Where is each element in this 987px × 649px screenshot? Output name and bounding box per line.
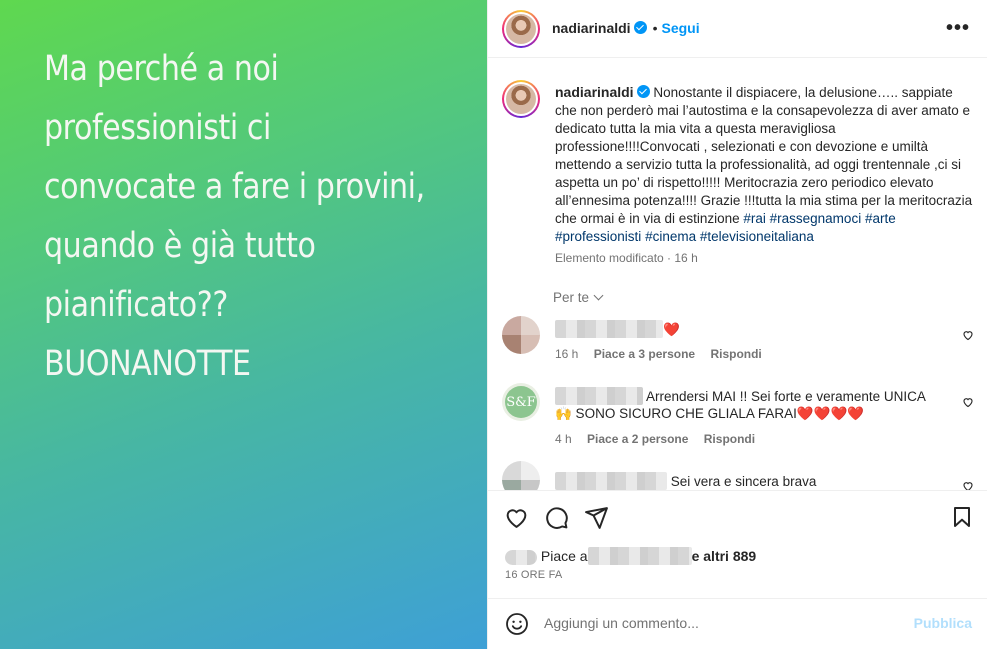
verified-icon — [633, 21, 647, 34]
comment-text: Arrendersi MAI !! Sei forte e veramente … — [555, 387, 955, 422]
hashtag-link[interactable]: #cinema — [645, 229, 696, 244]
more-options-icon[interactable]: ••• — [946, 17, 970, 40]
author-avatar[interactable] — [502, 10, 540, 48]
like-heart-icon[interactable] — [504, 505, 529, 530]
story-text: Ma perché a noi professionisti ci convoc… — [44, 40, 474, 394]
separator-dot: • — [652, 20, 658, 36]
sort-label: Per te — [553, 290, 590, 305]
share-send-icon[interactable] — [584, 505, 609, 530]
comment-meta: 4 h Piace a 2 persone Rispondi — [555, 432, 767, 446]
comment-time: 4 h — [555, 432, 572, 446]
commenter-username[interactable] — [555, 320, 663, 338]
story-line: pianificato?? — [44, 285, 228, 325]
comments-scroll-area[interactable]: nadiarinaldi Nonostante il dispiacere, l… — [488, 58, 987, 490]
caption-text: Nonostante il dispiacere, la delusione….… — [555, 85, 973, 226]
publish-button[interactable]: Pubblica — [914, 615, 972, 631]
verified-icon — [636, 85, 650, 98]
like-comment-icon[interactable] — [962, 480, 974, 490]
save-bookmark-icon[interactable] — [950, 505, 974, 529]
caption-username[interactable]: nadiarinaldi — [555, 84, 634, 100]
post-media[interactable]: Ma perché a noi professionisti ci convoc… — [0, 0, 487, 649]
follow-button[interactable]: Segui — [661, 20, 699, 36]
comment-body-line2: 🙌 SONO SICURO CHE GLIALA FARAI❤️❤️❤️❤️ — [555, 406, 865, 421]
author-line: nadiarinaldi • Segui — [552, 20, 700, 36]
comment-likes-link[interactable]: Piace a 2 persone — [587, 432, 688, 446]
hashtag-link[interactable]: #arte — [865, 211, 896, 226]
commenter-username[interactable] — [555, 472, 667, 490]
story-line: professionisti ci — [44, 108, 271, 148]
hashtag-link[interactable]: #professionisti — [555, 229, 641, 244]
comment-text: Sei vera e sincera brava — [555, 472, 955, 490]
hashtag-link[interactable]: #televisioneitaliana — [700, 229, 814, 244]
comment-likes-link[interactable]: Piace a 3 persone — [594, 347, 695, 361]
comment-item: Sei vera e sincera brava — [488, 461, 987, 490]
comment-input[interactable]: Aggiungi un commento... — [544, 615, 699, 631]
caption-meta: Elemento modificato · 16 h — [555, 251, 698, 265]
story-line: convocate a fare i provini, — [44, 167, 425, 207]
like-comment-icon[interactable] — [962, 396, 974, 408]
reply-button[interactable]: Rispondi — [704, 432, 755, 446]
hashtag-link[interactable]: #rai — [743, 211, 766, 226]
post-actions: Piace a e altri 889 16 ORE FA — [488, 490, 987, 598]
comment-body: Sei vera e sincera brava — [670, 474, 817, 489]
author-username[interactable]: nadiarinaldi — [552, 20, 631, 36]
story-line: quando è già tutto — [44, 226, 316, 266]
chevron-down-icon — [593, 290, 604, 301]
commenter-avatar[interactable] — [502, 461, 540, 490]
hashtag-link[interactable]: #rassegnamoci — [770, 211, 862, 226]
story-line: BUONANOTTE — [44, 344, 251, 384]
comment-icon[interactable] — [544, 505, 569, 530]
liker-username[interactable] — [587, 547, 692, 565]
likes-summary[interactable]: Piace a e altri 889 — [505, 547, 756, 565]
story-line: Ma perché a noi — [44, 49, 279, 89]
likes-prefix: Piace a — [540, 548, 588, 564]
comment-text: ❤️ — [555, 320, 955, 338]
caption-author-avatar[interactable] — [502, 80, 540, 118]
commenter-avatar[interactable]: S&F — [502, 383, 540, 421]
emoji-picker-icon[interactable] — [505, 612, 529, 636]
post-timestamp[interactable]: 16 ORE FA — [505, 569, 562, 581]
post-header: nadiarinaldi • Segui ••• — [488, 0, 987, 58]
post-caption: nadiarinaldi Nonostante il dispiacere, l… — [555, 83, 975, 246]
comment-time: 16 h — [555, 347, 579, 361]
comment-item: ❤️ 16 h Piace a 3 persone Rispondi — [488, 316, 987, 376]
commenter-username[interactable] — [555, 387, 643, 405]
reply-button[interactable]: Rispondi — [710, 347, 761, 361]
post-panel: nadiarinaldi • Segui ••• nadiarinaldi Nono… — [487, 0, 987, 649]
like-comment-icon[interactable] — [962, 329, 974, 341]
liker-avatar — [505, 550, 537, 565]
comment-sort-dropdown[interactable]: Per te — [553, 290, 604, 305]
commenter-avatar[interactable] — [502, 316, 540, 354]
comment-composer: Aggiungi un commento... Pubblica — [488, 598, 987, 649]
sf-logo: S&F — [505, 386, 537, 418]
comment-item: S&F Arrendersi MAI !! Sei forte e verame… — [488, 383, 987, 453]
comment-meta: 16 h Piace a 3 persone Rispondi — [555, 347, 774, 361]
comment-body: ❤️ — [663, 322, 680, 337]
likes-count[interactable]: e altri 889 — [692, 548, 757, 564]
comment-body: Arrendersi MAI !! Sei forte e veramente … — [646, 389, 926, 404]
